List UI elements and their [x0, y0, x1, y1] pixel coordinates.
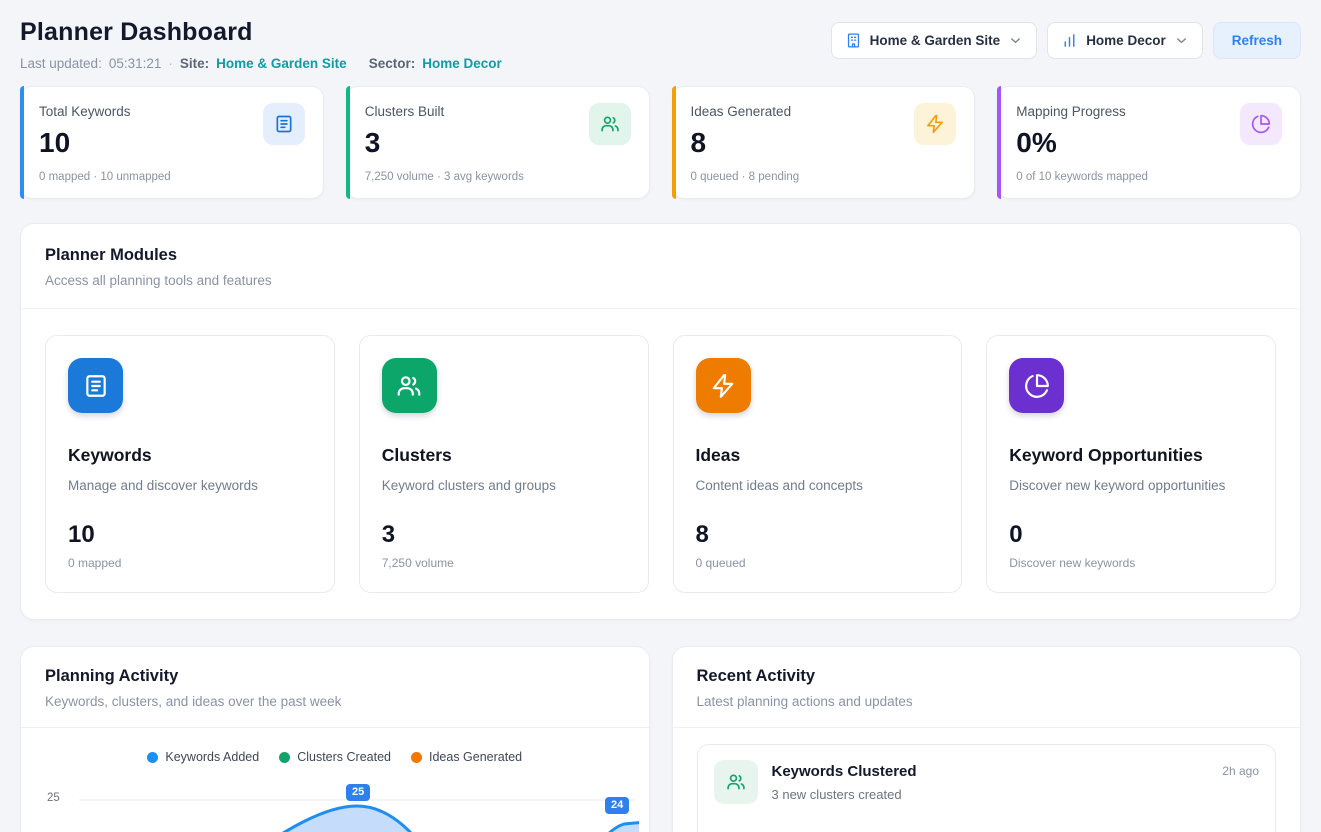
module-value: 0: [1009, 521, 1253, 549]
module-title: Ideas: [696, 445, 940, 466]
module-title: Clusters: [382, 445, 626, 466]
sector-selector-value: Home Decor: [1086, 33, 1166, 48]
legend-label: Clusters Created: [297, 750, 391, 764]
building-icon: [845, 32, 862, 49]
meta-separator: ·: [168, 56, 173, 71]
modules-grid: Keywords Manage and discover keywords 10…: [21, 308, 1300, 619]
stat-card-ideas-generated: Ideas Generated 8 0 queued · 8 pending: [672, 86, 976, 199]
planner-modules-header: Planner Modules Access all planning tool…: [21, 224, 1300, 308]
refresh-button[interactable]: Refresh: [1213, 22, 1301, 59]
recent-activity-header: Recent Activity Latest planning actions …: [673, 647, 1301, 727]
pie-chart-icon: [1009, 358, 1064, 413]
panel-subtitle: Keywords, clusters, and ideas over the p…: [45, 694, 625, 709]
module-card-keywords[interactable]: Keywords Manage and discover keywords 10…: [45, 335, 335, 593]
module-description: Discover new keyword opportunities: [1009, 478, 1253, 493]
panel-title: Planning Activity: [45, 667, 625, 686]
site-link[interactable]: Home & Garden Site: [216, 56, 347, 71]
module-value: 3: [382, 521, 626, 549]
users-icon: [382, 358, 437, 413]
module-description: Content ideas and concepts: [696, 478, 940, 493]
module-detail: 7,250 volume: [382, 556, 626, 570]
module-card-clusters[interactable]: Clusters Keyword clusters and groups 3 7…: [359, 335, 649, 593]
module-description: Keyword clusters and groups: [382, 478, 626, 493]
recent-activity-body: Keywords Clustered 3 new clusters create…: [673, 727, 1301, 832]
stat-detail: 7,250 volume · 3 avg keywords: [365, 171, 631, 183]
legend-item-clusters-created[interactable]: Clusters Created: [279, 750, 391, 764]
document-icon: [68, 358, 123, 413]
sector-link[interactable]: Home Decor: [422, 56, 502, 71]
legend-item-keywords-added[interactable]: Keywords Added: [147, 750, 259, 764]
sector-label: Sector:: [369, 56, 416, 71]
sector-selector-dropdown[interactable]: Home Decor: [1047, 22, 1203, 59]
chevron-down-icon: [1174, 33, 1189, 48]
page-header: Planner Dashboard Last updated: 05:31:21…: [20, 18, 1301, 71]
module-detail: 0 mapped: [68, 556, 312, 570]
bolt-icon: [914, 103, 956, 145]
planning-activity-body: Keywords Added Clusters Created Ideas Ge…: [21, 727, 649, 832]
document-icon: [263, 103, 305, 145]
activity-item-main: Keywords Clustered 3 new clusters create…: [772, 760, 1209, 802]
data-point-label: 25: [346, 784, 370, 801]
site-selector-value: Home & Garden Site: [870, 33, 1001, 48]
stat-detail: 0 of 10 keywords mapped: [1016, 171, 1282, 183]
planner-modules-section: Planner Modules Access all planning tool…: [20, 223, 1301, 620]
users-icon: [714, 760, 758, 804]
last-updated-label: Last updated:: [20, 56, 102, 71]
module-title: Keywords: [68, 445, 312, 466]
activity-item-title: Keywords Clustered: [772, 763, 1209, 780]
planning-activity-chart: 25 25 24: [45, 778, 625, 832]
section-subtitle: Access all planning tools and features: [45, 273, 1276, 288]
module-card-ideas[interactable]: Ideas Content ideas and concepts 8 0 que…: [673, 335, 963, 593]
legend-dot-orange: [411, 752, 422, 763]
legend-item-ideas-generated[interactable]: Ideas Generated: [411, 750, 522, 764]
users-icon: [589, 103, 631, 145]
pie-chart-icon: [1240, 103, 1282, 145]
planner-dashboard-page: Planner Dashboard Last updated: 05:31:21…: [0, 0, 1321, 832]
chevron-down-icon: [1008, 33, 1023, 48]
activity-list-item: Keywords Clustered 3 new clusters create…: [697, 744, 1277, 832]
stat-detail: 0 queued · 8 pending: [691, 171, 957, 183]
module-detail: Discover new keywords: [1009, 556, 1253, 570]
module-value: 10: [68, 521, 312, 549]
legend-dot-blue: [147, 752, 158, 763]
panel-title: Recent Activity: [697, 667, 1277, 686]
stats-row: Total Keywords 10 0 mapped · 10 unmapped…: [20, 86, 1301, 199]
site-label: Site:: [180, 56, 209, 71]
stat-card-clusters-built: Clusters Built 3 7,250 volume · 3 avg ke…: [346, 86, 650, 199]
module-value: 8: [696, 521, 940, 549]
panel-subtitle: Latest planning actions and updates: [697, 694, 1277, 709]
page-title: Planner Dashboard: [20, 18, 502, 47]
header-meta: Last updated: 05:31:21 · Site: Home & Ga…: [20, 56, 502, 71]
module-card-keyword-opportunities[interactable]: Keyword Opportunities Discover new keywo…: [986, 335, 1276, 593]
data-point-label: 24: [605, 797, 629, 814]
module-title: Keyword Opportunities: [1009, 445, 1253, 466]
recent-activity-panel: Recent Activity Latest planning actions …: [672, 646, 1302, 832]
last-updated-value: 05:31:21: [109, 56, 162, 71]
bar-chart-icon: [1061, 32, 1078, 49]
stat-detail: 0 mapped · 10 unmapped: [39, 171, 305, 183]
bolt-icon: [696, 358, 751, 413]
stat-card-mapping-progress: Mapping Progress 0% 0 of 10 keywords map…: [997, 86, 1301, 199]
stat-card-total-keywords: Total Keywords 10 0 mapped · 10 unmapped: [20, 86, 324, 199]
planning-activity-panel: Planning Activity Keywords, clusters, an…: [20, 646, 650, 832]
y-axis-tick: 25: [47, 792, 60, 804]
bottom-row: Planning Activity Keywords, clusters, an…: [20, 646, 1301, 832]
site-selector-dropdown[interactable]: Home & Garden Site: [831, 22, 1038, 59]
legend-dot-green: [279, 752, 290, 763]
module-description: Manage and discover keywords: [68, 478, 312, 493]
header-controls: Home & Garden Site Home Decor Refresh: [831, 22, 1301, 59]
chart-legend: Keywords Added Clusters Created Ideas Ge…: [45, 750, 625, 764]
header-left: Planner Dashboard Last updated: 05:31:21…: [20, 18, 502, 71]
planning-activity-header: Planning Activity Keywords, clusters, an…: [21, 647, 649, 727]
activity-item-detail: 3 new clusters created: [772, 787, 1209, 802]
activity-item-time: 2h ago: [1222, 760, 1259, 778]
section-title: Planner Modules: [45, 246, 1276, 265]
module-detail: 0 queued: [696, 556, 940, 570]
legend-label: Keywords Added: [165, 750, 259, 764]
legend-label: Ideas Generated: [429, 750, 522, 764]
